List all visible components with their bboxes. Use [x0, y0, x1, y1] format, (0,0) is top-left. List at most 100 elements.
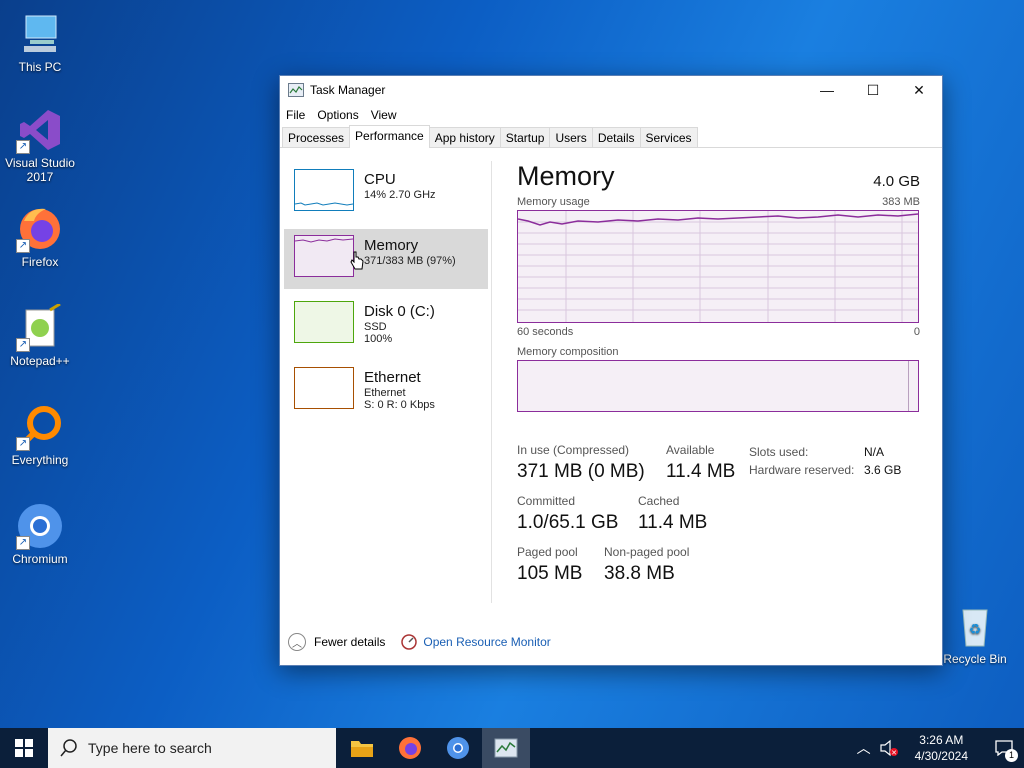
chromium-icon: [447, 737, 469, 759]
tab-users[interactable]: Users: [549, 127, 593, 147]
resource-name: Disk 0 (C:): [364, 303, 435, 320]
resource-ethernet[interactable]: Ethernet Ethernet S: 0 R: 0 Kbps: [284, 361, 488, 421]
desktop-icon-label: Firefox: [21, 255, 59, 269]
tab-details[interactable]: Details: [591, 127, 641, 147]
chromium-icon: ↗: [16, 502, 64, 550]
maximize-button[interactable]: ☐: [850, 76, 896, 104]
stat-value: N/A: [864, 445, 885, 459]
resource-detail-2: 100%: [364, 333, 393, 345]
disk-thumbnail-graph: [294, 301, 354, 343]
memory-usage-graph: [517, 210, 919, 323]
desktop-icon-chromium[interactable]: ↗ Chromium: [0, 502, 80, 566]
tab-services[interactable]: Services: [639, 127, 698, 147]
resource-disk[interactable]: Disk 0 (C:) SSD 100%: [284, 295, 488, 355]
resource-cpu[interactable]: CPU 14% 2.70 GHz: [284, 163, 488, 223]
tab-processes[interactable]: Processes: [282, 127, 351, 147]
open-resource-monitor-link[interactable]: Open Resource Monitor: [423, 635, 550, 649]
desktop-icon-recycle-bin[interactable]: ♻ Recycle Bin: [935, 602, 1015, 666]
chevron-up-icon[interactable]: ︿: [288, 633, 306, 651]
desktop-icon-label: Recycle Bin: [943, 652, 1007, 666]
task-manager-icon: [288, 83, 304, 97]
task-manager-icon: [494, 738, 518, 758]
panel-divider: [491, 161, 492, 603]
chevron-up-icon[interactable]: ︿: [857, 738, 871, 758]
clock-date: 4/30/2024: [914, 749, 968, 763]
stat-hardware: Slots used: Hardware reserved:: [749, 443, 854, 479]
title-bar[interactable]: Task Manager — ☐ ✕: [280, 76, 942, 104]
tab-app-history[interactable]: App history: [428, 127, 501, 147]
menu-view[interactable]: View: [371, 108, 397, 122]
task-manager-window: Task Manager — ☐ ✕ File Options View Pro…: [279, 75, 943, 666]
desktop-icon-visual-studio[interactable]: ↗ Visual Studio 2017: [0, 106, 80, 184]
tab-startup[interactable]: Startup: [499, 127, 551, 147]
stat-value: 1.0/65.1 GB: [517, 512, 619, 533]
menu-file[interactable]: File: [286, 108, 305, 122]
svg-text:✕: ✕: [891, 750, 897, 757]
resource-detail: 371/383 MB (97%): [364, 255, 456, 267]
taskbar-search-box[interactable]: Type here to search: [48, 728, 336, 768]
stat-hardware-values: N/A 3.6 GB: [864, 443, 901, 479]
notification-center-button[interactable]: 1: [984, 728, 1024, 768]
taskbar-chromium[interactable]: [434, 728, 482, 768]
shortcut-arrow-icon: ↗: [16, 239, 30, 253]
memory-thumbnail-graph: [294, 235, 354, 277]
fewer-details-link[interactable]: Fewer details: [314, 635, 385, 649]
tab-performance[interactable]: Performance: [349, 125, 430, 148]
stat-label: Slots used:: [749, 445, 809, 459]
menu-bar: File Options View: [280, 104, 942, 126]
close-button[interactable]: ✕: [896, 76, 942, 104]
desktop-icon-everything[interactable]: ↗ Everything: [0, 403, 80, 467]
taskbar-task-manager[interactable]: [482, 728, 530, 768]
resource-name: Memory: [364, 237, 419, 254]
firefox-icon: ↗: [16, 205, 64, 253]
stat-available: Available 11.4 MB: [666, 443, 735, 483]
memory-total: 4.0 GB: [873, 173, 920, 190]
start-button[interactable]: [0, 728, 48, 768]
memory-title: Memory: [517, 161, 615, 191]
stat-label: Cached: [638, 494, 680, 508]
clock[interactable]: 3:26 AM 4/30/2024: [915, 732, 968, 764]
desktop-icon-label: Chromium: [12, 552, 68, 566]
volume-muted-icon[interactable]: ✕: [879, 739, 899, 757]
desktop-icon-label: Visual Studio 2017: [5, 156, 75, 184]
shortcut-arrow-icon: ↗: [16, 536, 30, 550]
resource-memory[interactable]: Memory 371/383 MB (97%): [284, 229, 488, 289]
stat-paged-pool: Paged pool 105 MB: [517, 545, 582, 585]
stat-nonpaged-pool: Non-paged pool 38.8 MB: [604, 545, 689, 585]
stat-label: Non-paged pool: [604, 545, 690, 559]
windows-logo-icon: [15, 739, 33, 757]
firefox-icon: [399, 737, 421, 759]
cpu-thumbnail-graph: [294, 169, 354, 211]
clock-time: 3:26 AM: [919, 733, 964, 747]
resource-list: CPU 14% 2.70 GHz Memory 371/383 MB (97%)…: [284, 163, 488, 427]
stat-value: 38.8 MB: [604, 563, 675, 584]
stat-label: Available: [666, 443, 715, 457]
desktop-icon-firefox[interactable]: ↗ Firefox: [0, 205, 80, 269]
hand-cursor-icon: [350, 251, 364, 270]
notification-count: 1: [1005, 749, 1018, 762]
desktop-icon-label: Notepad++: [10, 354, 70, 368]
system-tray: ︿ ✕ 3:26 AM 4/30/2024 1: [857, 728, 1024, 768]
time-axis-right: 0: [913, 326, 920, 338]
minimize-button[interactable]: —: [804, 76, 850, 104]
stat-cached: Cached 11.4 MB: [638, 494, 707, 534]
desktop-icon-notepadpp[interactable]: ↗ Notepad++: [0, 302, 80, 368]
stat-label: Hardware reserved:: [749, 463, 855, 477]
notepadpp-icon: ↗: [16, 302, 64, 352]
resource-detail-2: S: 0 R: 0 Kbps: [364, 399, 435, 411]
resource-detail: SSD: [364, 321, 387, 333]
taskbar-file-explorer[interactable]: [338, 728, 386, 768]
stat-value: 3.6 GB: [864, 463, 902, 477]
stat-label: In use (Compressed): [517, 443, 630, 457]
desktop-icon-this-pc[interactable]: This PC: [0, 10, 80, 74]
performance-panel: CPU 14% 2.70 GHz Memory 371/383 MB (97%)…: [280, 149, 942, 665]
taskbar-firefox[interactable]: [386, 728, 434, 768]
footer-bar: ︿ Fewer details Open Resource Monitor: [288, 633, 551, 651]
stat-value: 11.4 MB: [666, 461, 736, 482]
shortcut-arrow-icon: ↗: [16, 437, 30, 451]
stat-in-use: In use (Compressed) 371 MB (0 MB): [517, 443, 645, 483]
menu-options[interactable]: Options: [317, 108, 358, 122]
resource-name: Ethernet: [364, 369, 421, 386]
stat-label: Paged pool: [517, 545, 578, 559]
memory-usage-max: 383 MB: [882, 196, 920, 208]
